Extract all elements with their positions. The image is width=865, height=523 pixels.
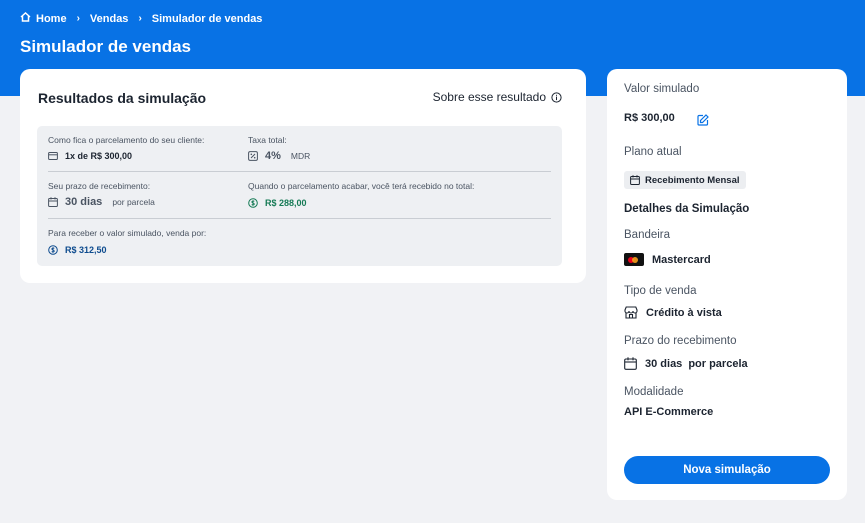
rate-unit: MDR (290, 151, 311, 161)
term-value: 30 dias por parcela (624, 357, 748, 370)
receive-label: Para receber o valor simulado, venda por… (48, 228, 207, 238)
summary-card: Valor simulado R$ 300,00 Plano atual Rec… (607, 69, 847, 500)
info-icon (551, 91, 562, 103)
total-value: R$ 288,00 (248, 198, 307, 208)
term-unit: por parcela (112, 197, 155, 207)
about-result-label: Sobre esse resultado (432, 90, 546, 104)
rate-value: 4% MDR (248, 150, 310, 162)
term-text: 30 dias (645, 357, 683, 370)
installment-text: 1x de R$ 300,00 (65, 151, 133, 161)
breadcrumb-current: Simulador de vendas (151, 12, 263, 25)
receive-text: R$ 312,50 (65, 245, 107, 255)
results-card: Resultados da simulação Sobre esse resul… (20, 69, 586, 283)
term-unit: por parcela (688, 357, 748, 370)
receive-value: R$ 312,50 (48, 245, 107, 255)
results-title: Resultados da simulação (38, 90, 207, 106)
breadcrumb: Home › Vendas › Simulador de vendas (20, 11, 263, 25)
money-icon (248, 198, 258, 208)
divider (48, 218, 551, 219)
term-label: Prazo do recebimento (624, 335, 737, 347)
sale-type-text: Crédito à vista (646, 306, 722, 319)
rate-text: 4% (265, 150, 281, 162)
money-icon (48, 245, 58, 255)
percent-icon (248, 151, 258, 161)
term-value: 30 dias por parcela (48, 196, 155, 208)
term-text: 30 dias (65, 196, 103, 208)
rate-label: Taxa total: (248, 135, 287, 145)
modality-label: Modalidade (624, 386, 684, 398)
brand-label: Bandeira (624, 229, 671, 241)
installment-label: Como fica o parcelamento do seu cliente: (48, 135, 205, 145)
new-simulation-button[interactable]: Nova simulação (624, 456, 830, 484)
sale-type-label: Tipo de venda (624, 285, 697, 297)
breadcrumb-home[interactable]: Home (36, 13, 67, 25)
plan-label: Plano atual (624, 146, 682, 158)
home-icon (20, 11, 36, 25)
calendar-icon (624, 357, 637, 370)
mastercard-icon (624, 253, 644, 266)
plan-value: Recebimento Mensal (645, 174, 740, 186)
simulated-value-label: Valor simulado (624, 83, 700, 95)
brand-value: Mastercard (624, 253, 711, 266)
edit-icon[interactable] (697, 113, 709, 131)
chevron-right-icon: › (138, 13, 142, 24)
calendar-icon (630, 175, 640, 185)
store-icon (624, 306, 638, 319)
card-icon (48, 152, 58, 160)
page-title: Simulador de vendas (20, 37, 191, 56)
details-title: Detalhes da Simulação (624, 203, 750, 215)
sale-type-value: Crédito à vista (624, 306, 722, 319)
modality-value: API E-Commerce (624, 406, 714, 418)
plan-badge: Recebimento Mensal (624, 171, 746, 189)
term-label: Seu prazo de recebimento: (48, 181, 151, 191)
installment-value: 1x de R$ 300,00 (48, 151, 132, 161)
total-text: R$ 288,00 (265, 198, 307, 208)
about-result-link[interactable]: Sobre esse resultado (433, 90, 562, 104)
chevron-right-icon: › (76, 13, 80, 24)
results-panel: Como fica o parcelamento do seu cliente:… (37, 126, 562, 266)
breadcrumb-sales[interactable]: Vendas (90, 13, 129, 25)
brand-text: Mastercard (652, 253, 711, 266)
simulated-value: R$ 300,00 (624, 112, 675, 124)
total-label: Quando o parcelamento acabar, você terá … (248, 181, 475, 191)
divider (48, 171, 551, 172)
calendar-icon (48, 197, 58, 207)
